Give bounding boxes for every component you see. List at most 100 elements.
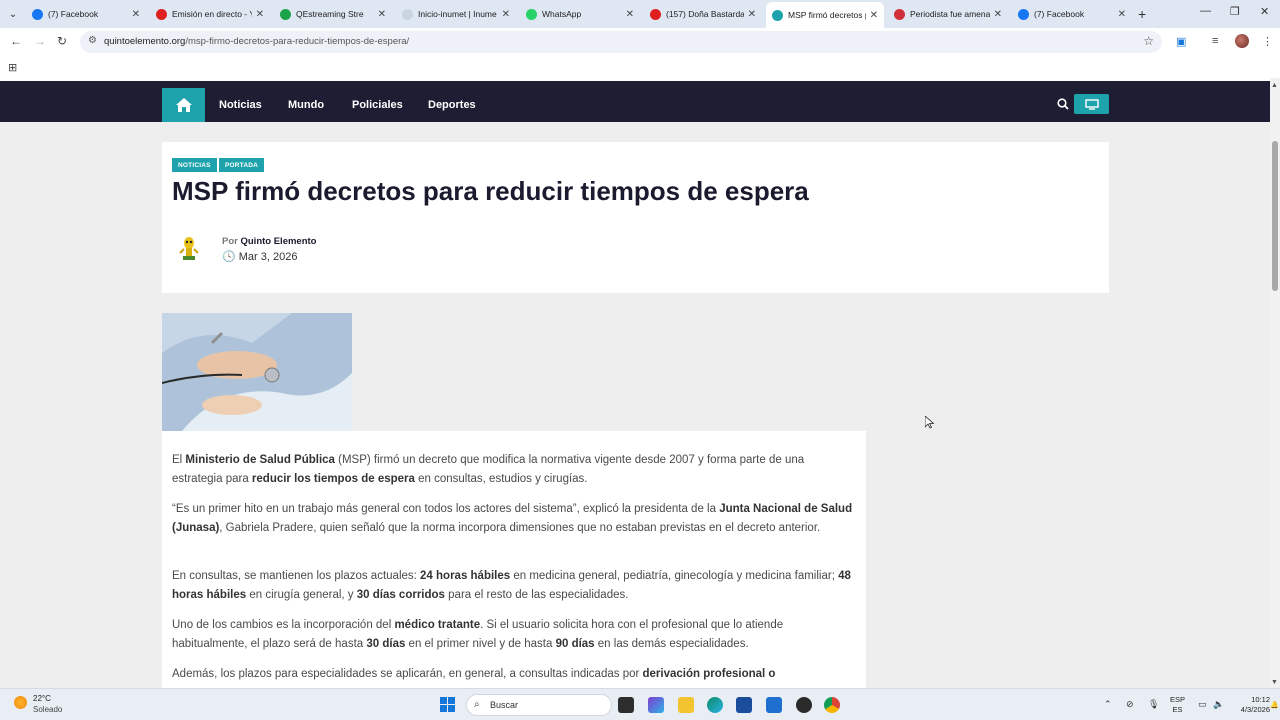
scroll-up-arrow-icon[interactable]: ▲: [1271, 82, 1278, 89]
outlook-icon[interactable]: [766, 697, 782, 713]
tab-title: Periodista fue amena: [910, 9, 990, 19]
file-explorer-icon[interactable]: [678, 697, 694, 713]
article-title: MSP firmó decretos para reducir tiempos …: [172, 176, 809, 206]
address-bar[interactable]: ⚙ quintoelemento.org/msp-firmo-decretos-…: [80, 31, 1162, 53]
tab-favicon-icon: [1018, 8, 1029, 20]
tab-favicon-icon: [32, 8, 43, 20]
tab-close-icon[interactable]: ✕: [378, 9, 386, 20]
category-badge-noticias[interactable]: NOTICIAS: [172, 158, 217, 172]
weather-temp[interactable]: 22°C: [33, 694, 51, 703]
tab-favicon-icon: [772, 9, 783, 21]
tab-title: (157) Doña Bastarda: [666, 9, 744, 19]
article-header-card: NOTICIAS PORTADA MSP firmó decretos para…: [162, 142, 1109, 293]
home-icon[interactable]: [162, 88, 205, 122]
scrollbar-thumb[interactable]: [1272, 141, 1278, 291]
text-run: para el resto de las especialidades.: [444, 589, 629, 601]
reload-icon[interactable]: ↻: [57, 34, 67, 48]
minimize-icon[interactable]: —: [1200, 5, 1211, 17]
tab-favicon-icon: [156, 8, 167, 20]
lang-bottom: ES: [1172, 705, 1183, 714]
tab-favicon-icon: [650, 8, 661, 20]
media-controls-icon[interactable]: ≡: [1212, 35, 1218, 47]
site-info-icon[interactable]: ⚙: [88, 35, 97, 46]
cast-icon[interactable]: ▣: [1176, 35, 1186, 48]
windows-start-icon[interactable]: [440, 697, 456, 713]
tab-close-icon[interactable]: ✕: [748, 9, 756, 20]
tab-close-icon[interactable]: ✕: [626, 9, 634, 20]
tab-close-icon[interactable]: ✕: [994, 9, 1002, 20]
clock-time: 10:12: [1251, 695, 1270, 704]
nav-item-policiales[interactable]: Policiales: [352, 99, 403, 111]
text-run: en el primer nivel y de hasta: [405, 638, 556, 650]
close-window-icon[interactable]: ✕: [1260, 5, 1269, 18]
sun-weather-icon[interactable]: [14, 696, 27, 709]
tab-close-icon[interactable]: ✕: [870, 10, 878, 21]
tab-close-icon[interactable]: ✕: [1118, 9, 1126, 20]
browser-tab[interactable]: (157) Doña Bastarda ✕: [644, 3, 762, 25]
text-run: en cirugía general, y: [246, 589, 357, 601]
microphone-icon[interactable]: 🎙: [1148, 699, 1159, 710]
apps-grid-icon[interactable]: ⊞: [8, 61, 17, 74]
system-clock[interactable]: 10:12 4/3/2026: [1232, 695, 1270, 715]
back-arrow-icon[interactable]: ←: [10, 34, 22, 48]
display-icon[interactable]: ▭: [1198, 699, 1207, 710]
tab-favicon-icon: [526, 8, 537, 20]
forward-arrow-icon[interactable]: →: [34, 34, 46, 48]
monitor-icon[interactable]: [1074, 94, 1109, 114]
author-avatar[interactable]: [176, 234, 202, 262]
tab-close-icon[interactable]: ✕: [132, 9, 140, 20]
tab-close-icon[interactable]: ✕: [502, 9, 510, 20]
copilot-icon[interactable]: [648, 697, 664, 713]
browser-tab[interactable]: (7) Facebook ✕: [1012, 3, 1132, 25]
tray-chevron-icon[interactable]: ⌃: [1104, 699, 1112, 710]
chrome-icon[interactable]: [824, 697, 840, 713]
notification-bell-icon[interactable]: 🔔: [1270, 701, 1279, 709]
browser-tab[interactable]: MSP firmó decretos p ✕: [766, 2, 884, 28]
restore-icon[interactable]: ❐: [1230, 5, 1240, 18]
paragraph-1: El Ministerio de Salud Pública (MSP) fir…: [172, 451, 856, 489]
browser-tab[interactable]: Inicio-inumet | Inume ✕: [396, 3, 516, 25]
tab-title: QEstreaming Stre: [296, 9, 364, 19]
browser-tab[interactable]: Emisión en directo - Y ✕: [150, 3, 270, 25]
network-icon[interactable]: ⊘: [1126, 699, 1134, 710]
nav-item-mundo[interactable]: Mundo: [288, 99, 324, 111]
store-icon[interactable]: [736, 697, 752, 713]
category-badge-portada[interactable]: PORTADA: [219, 158, 265, 172]
kebab-menu-icon[interactable]: ⋮: [1262, 35, 1273, 48]
browser-tab[interactable]: Periodista fue amena ✕: [888, 3, 1008, 25]
author-name[interactable]: Quinto Elemento: [240, 236, 316, 247]
browser-tab[interactable]: WhatsApp ✕: [520, 3, 640, 25]
new-tab-plus-icon[interactable]: +: [1138, 6, 1146, 22]
url-text[interactable]: quintoelemento.org/msp-firmo-decretos-pa…: [104, 36, 409, 47]
volume-icon[interactable]: 🔈: [1213, 699, 1224, 710]
paragraph-2: “Es un primer hito en un trabajo más gen…: [172, 500, 856, 538]
keyboard-language[interactable]: ESP ES: [1170, 695, 1185, 715]
browser-tab[interactable]: (7) Facebook ✕: [26, 3, 146, 25]
search-icon[interactable]: [1057, 98, 1069, 113]
app-icon[interactable]: [796, 697, 812, 713]
lang-top: ESP: [1170, 695, 1186, 704]
tab-favicon-icon: [280, 8, 291, 20]
profile-avatar[interactable]: [1235, 34, 1249, 48]
browser-toolbar: ← → ↻ ⚙ quintoelemento.org/msp-firmo-dec…: [0, 28, 1280, 56]
browser-tab[interactable]: QEstreaming Stre ✕: [274, 3, 392, 25]
task-view-icon[interactable]: [618, 697, 634, 713]
tab-search-chevron-icon[interactable]: ⌄: [4, 5, 22, 23]
publish-date: 🕓 Mar 3, 2026: [222, 250, 297, 263]
tab-title: (7) Facebook: [48, 9, 99, 19]
scroll-down-arrow-icon[interactable]: ▼: [1271, 679, 1278, 686]
text-run: En consultas, se mantienen los plazos ac…: [172, 570, 421, 582]
article-featured-image: [162, 313, 352, 431]
text-run: Uno de los cambios es la incorporación d…: [172, 619, 395, 631]
clock-date: 4/3/2026: [1240, 705, 1270, 714]
edge-icon[interactable]: [707, 697, 723, 713]
taskbar-search[interactable]: ⌕ Buscar: [466, 694, 612, 716]
nav-item-noticias[interactable]: Noticias: [219, 99, 262, 111]
bookmark-star-icon[interactable]: ☆: [1143, 34, 1154, 48]
paragraph-5: Además, los plazos para especialidades s…: [172, 665, 856, 684]
tab-close-icon[interactable]: ✕: [256, 9, 264, 20]
text-run: Además, los plazos para especialidades s…: [172, 668, 643, 680]
weather-desc[interactable]: Soleado: [33, 705, 62, 714]
tab-title: Emisión en directo - Y: [172, 9, 252, 19]
nav-item-deportes[interactable]: Deportes: [428, 99, 476, 111]
